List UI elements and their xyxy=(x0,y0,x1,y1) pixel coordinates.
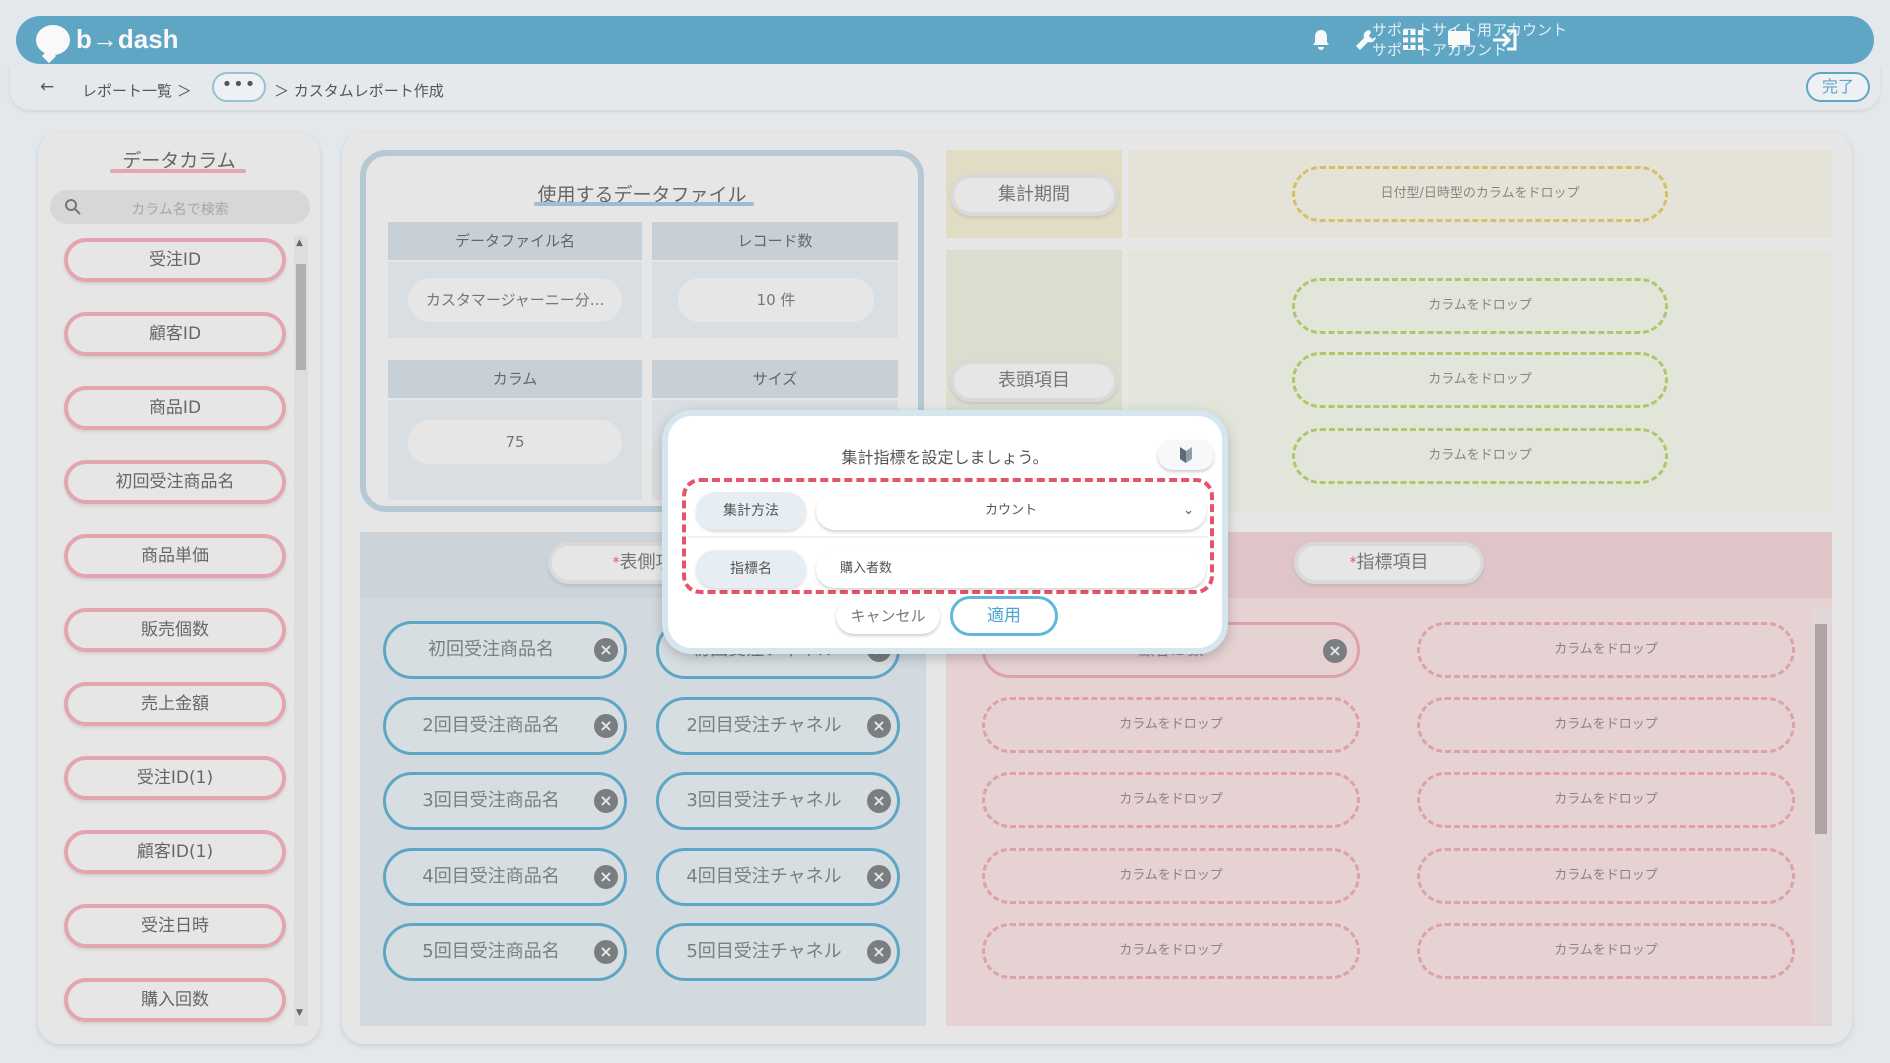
aggregation-method-label: 集計方法 xyxy=(696,492,806,530)
aggregation-method-select[interactable]: カウント ⌄ xyxy=(816,492,1206,530)
cancel-button[interactable]: キャンセル xyxy=(836,598,940,634)
metric-name-input[interactable]: 購入者数 xyxy=(816,550,1206,588)
modal-title: 集計指標を設定しましょう。 xyxy=(841,448,1049,467)
chevron-down-icon: ⌄ xyxy=(1183,503,1194,518)
beginner-mark-icon[interactable] xyxy=(1158,440,1214,470)
metric-settings-modal: 集計指標を設定しましょう。 集計方法 カウント ⌄ 指標名 購入者数 キャンセル… xyxy=(662,410,1228,654)
apply-button[interactable]: 適用 xyxy=(950,596,1058,636)
aggregation-method-value: カウント xyxy=(984,503,1037,518)
metric-name-label: 指標名 xyxy=(696,550,806,588)
modal-divider xyxy=(688,536,1208,538)
